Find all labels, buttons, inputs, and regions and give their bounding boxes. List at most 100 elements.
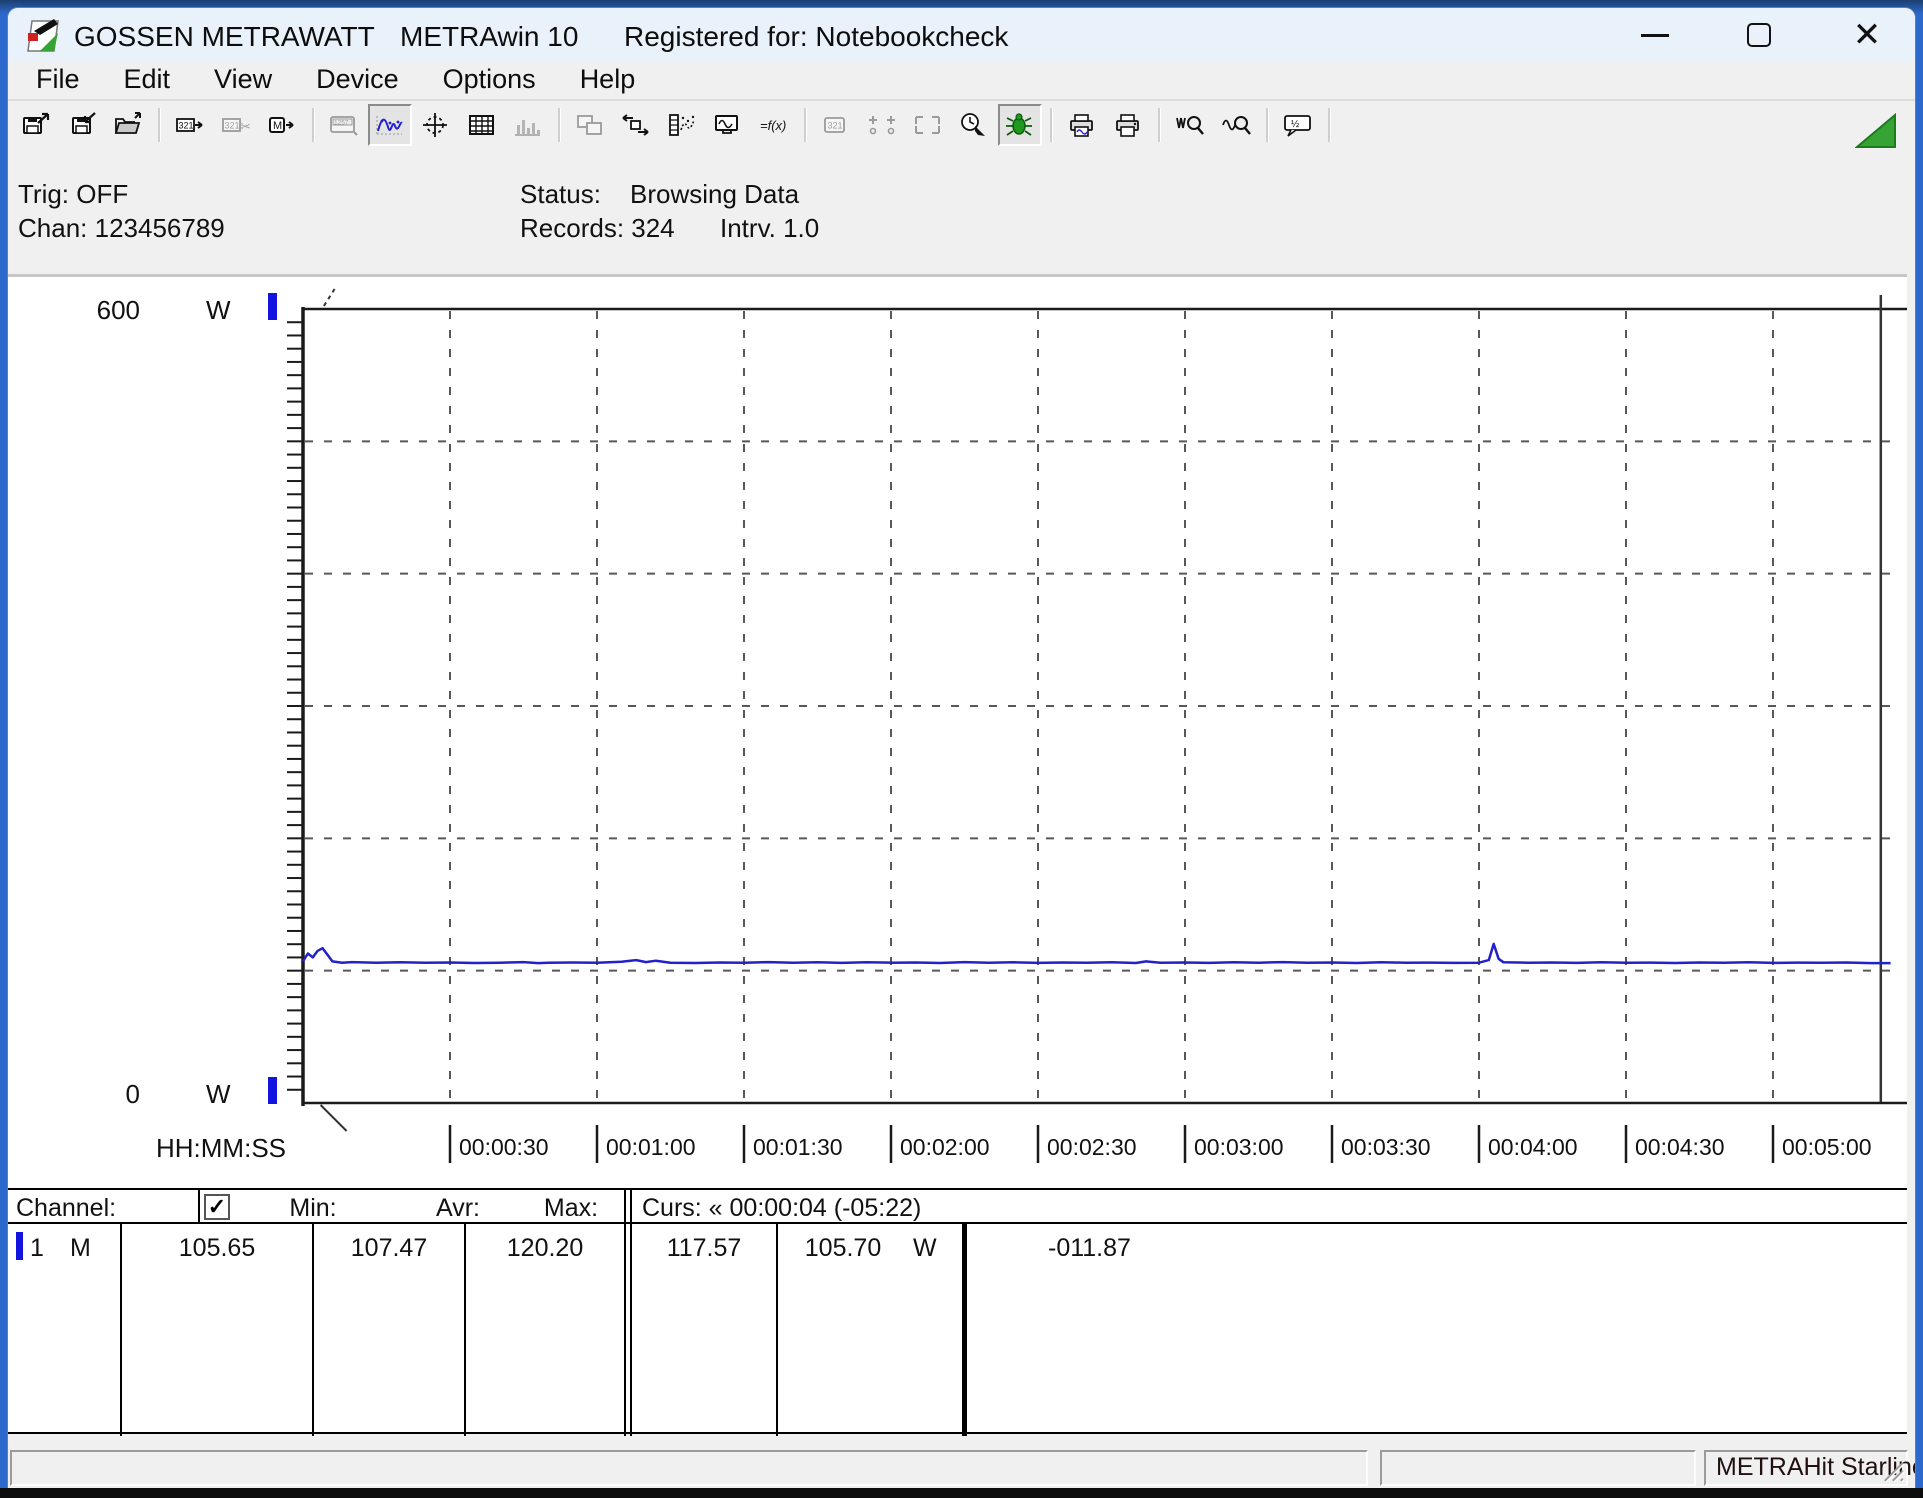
display-1257-button[interactable]: 1257 — [322, 104, 366, 146]
x-tick-label: 00:03:30 — [1341, 1134, 1431, 1160]
device-transfer-button[interactable] — [614, 104, 658, 146]
open-file-button[interactable] — [106, 104, 150, 146]
data-table-icon — [467, 112, 497, 138]
range-frame-icon — [913, 112, 943, 138]
toolbar-separator — [798, 106, 812, 144]
channel-visibility-checkbox[interactable]: ✓ — [204, 1194, 230, 1220]
print-button[interactable] — [1106, 104, 1150, 146]
interval-value: Intrv. 1.0 — [720, 213, 819, 244]
cut-321-button[interactable]: 321✂ — [214, 104, 258, 146]
min-value: 105.65 — [122, 1234, 312, 1263]
avr-value: 107.47 — [314, 1234, 464, 1263]
export-m-button[interactable]: M — [260, 104, 304, 146]
channel-strip-icon — [667, 112, 697, 138]
arrange-windows-button[interactable] — [568, 104, 612, 146]
menu-item-view[interactable]: View — [198, 64, 288, 97]
toolbar-separator — [1044, 106, 1058, 144]
arrange-windows-icon — [575, 112, 605, 138]
y-axis-min-label: 0 — [78, 1079, 140, 1110]
channel-color-marker — [16, 1232, 23, 1260]
x-tick-label: 00:02:00 — [900, 1134, 990, 1160]
metrawin-application-window: GOSSEN METRAWATT METRAwin 10 Registered … — [8, 8, 1915, 1488]
chart-curve-icon — [375, 112, 405, 138]
svg-text:321: 321 — [828, 121, 843, 131]
annotation-button[interactable]: ½ — [1276, 104, 1320, 146]
title-brand-text: GOSSEN METRAWATT — [74, 21, 375, 53]
minimize-button[interactable] — [1620, 8, 1690, 62]
menu-item-file[interactable]: File — [20, 64, 96, 97]
maximize-button[interactable] — [1724, 8, 1794, 62]
formula-fx-icon: =f(x) — [759, 112, 789, 138]
annotation-bubble-icon: ½ — [1283, 112, 1313, 138]
device-transfer-icon — [621, 112, 651, 138]
badge-321-out-icon: 321 — [175, 112, 205, 138]
close-button[interactable]: ✕ — [1832, 8, 1902, 62]
toolbar-separator — [1260, 106, 1274, 144]
table-view-button[interactable] — [460, 104, 504, 146]
trigger-status: Trig: OFF — [18, 179, 128, 210]
calc-1257-icon: 1257 — [329, 112, 359, 138]
toolbar-separator — [152, 106, 166, 144]
zoom-amplitude-icon — [1175, 112, 1205, 138]
toolbar-separator — [1152, 106, 1166, 144]
corner-resize-triangle-icon[interactable] — [1855, 113, 1897, 149]
minimize-icon — [1641, 34, 1669, 37]
channel-strip-button[interactable] — [660, 104, 704, 146]
menu-item-help[interactable]: Help — [564, 64, 652, 97]
max-value: 120.20 — [466, 1234, 624, 1263]
zoom-wave-icon — [1221, 112, 1251, 138]
channel-status: Chan: 123456789 — [18, 213, 225, 244]
y-axis-max-label: 600 — [78, 295, 140, 326]
header-max: Max: — [516, 1194, 626, 1223]
title-bar: GOSSEN METRAWATT METRAwin 10 Registered … — [8, 8, 1915, 62]
save-import-button[interactable] — [60, 104, 104, 146]
toolbar: 321 321✂ M 1257 =f(x) 321 ½ — [8, 99, 1915, 149]
zoom-amplitude-button[interactable] — [1168, 104, 1212, 146]
live-bug-button[interactable] — [998, 104, 1042, 146]
svg-text:M: M — [273, 120, 282, 132]
menu-item-device[interactable]: Device — [300, 64, 415, 97]
close-icon: ✕ — [1853, 18, 1882, 52]
display-321-button[interactable]: 321 — [814, 104, 858, 146]
printer-icon — [1113, 112, 1143, 138]
x-tick-label: 00:00:30 — [459, 1134, 549, 1160]
channel-mode: M — [70, 1234, 91, 1263]
header-min: Min: — [258, 1194, 368, 1223]
menu-item-options[interactable]: Options — [427, 64, 552, 97]
time-cursor-button[interactable] — [952, 104, 996, 146]
taskbar-edge — [0, 1488, 1923, 1498]
toolbar-separator — [306, 106, 320, 144]
resize-grip-icon[interactable] — [1879, 1457, 1905, 1483]
chart-view-button[interactable] — [368, 104, 412, 146]
menu-item-edit[interactable]: Edit — [108, 64, 187, 97]
export-321-button[interactable]: 321 — [168, 104, 212, 146]
toolbar-separator — [552, 106, 566, 144]
power-trace-plot[interactable]: 00:00:3000:01:0000:01:3000:02:0000:02:30… — [8, 277, 1907, 1188]
chart-panel: 00:00:3000:01:0000:01:3000:02:0000:02:30… — [8, 274, 1907, 1188]
zoom-wave-button[interactable] — [1214, 104, 1258, 146]
title-app-name: METRAwin 10 — [400, 21, 578, 53]
acquisition-status-panel: Trig: OFF Chan: 123456789 Status: Browsi… — [8, 149, 1915, 274]
histogram-view-button[interactable] — [506, 104, 550, 146]
x-tick-label: 00:04:00 — [1488, 1134, 1578, 1160]
cursor1-top-flag[interactable] — [323, 289, 335, 308]
cursor1-bottom-flag[interactable] — [321, 1105, 347, 1131]
xy-crosshair-button[interactable] — [414, 104, 458, 146]
formula-button[interactable]: =f(x) — [752, 104, 796, 146]
save-export-icon — [21, 112, 51, 138]
x-tick-label: 00:05:00 — [1782, 1134, 1872, 1160]
probe-terminals-button[interactable] — [860, 104, 904, 146]
y-axis-unit-top: W — [206, 295, 231, 326]
crosshair-icon — [421, 112, 451, 138]
range-frame-button[interactable] — [906, 104, 950, 146]
channel-marker-top — [268, 293, 277, 320]
monitor-wave-button[interactable] — [706, 104, 750, 146]
print-preview-button[interactable] — [1060, 104, 1104, 146]
header-cursor-info: Curs: « 00:00:04 (-05:22) — [642, 1194, 921, 1223]
save-export-button[interactable] — [14, 104, 58, 146]
maximize-icon — [1747, 23, 1771, 47]
title-registration-text: Registered for: Notebookcheck — [624, 21, 1008, 53]
debug-bug-icon — [1005, 112, 1035, 138]
desktop-background: GOSSEN METRAWATT METRAwin 10 Registered … — [0, 0, 1923, 1498]
x-tick-label: 00:04:30 — [1635, 1134, 1725, 1160]
